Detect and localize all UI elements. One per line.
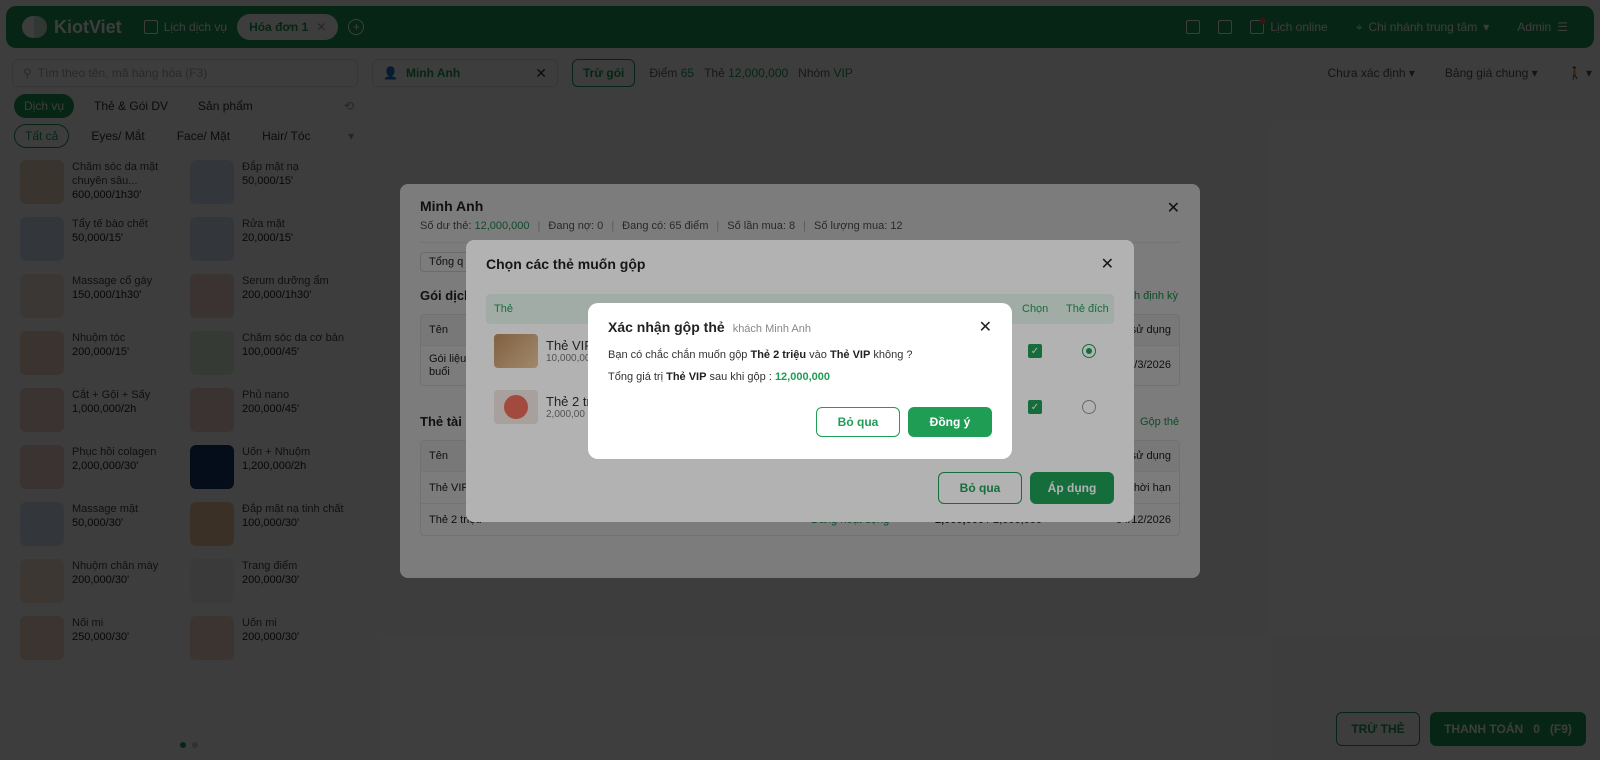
text-part: không ? xyxy=(870,349,913,361)
dialog-subtitle: khách Minh Anh xyxy=(732,323,811,335)
text-part: Bạn có chắc chắn muốn gộp xyxy=(608,349,751,361)
confirm-question: Bạn có chắc chắn muốn gộp Thẻ 2 triệu và… xyxy=(608,349,992,361)
close-icon[interactable]: ✕ xyxy=(979,317,992,337)
confirm-button[interactable]: Đồng ý xyxy=(908,407,992,437)
target-card: Thẻ VIP xyxy=(829,349,871,361)
merge-total: Tổng giá trị Thẻ VIP sau khi gộp : 12,00… xyxy=(608,371,992,383)
skip-button[interactable]: Bỏ qua xyxy=(816,407,900,437)
dialog-title-text: Xác nhận gộp thẻ xyxy=(608,319,725,335)
dialog-title: Xác nhận gộp thẻ khách Minh Anh xyxy=(608,319,992,335)
text-part: Tổng giá trị xyxy=(608,371,667,383)
source-card: Thẻ 2 triệu xyxy=(750,349,807,361)
text-part: sau khi gộp : xyxy=(706,371,775,383)
text-part: vào xyxy=(806,349,830,361)
confirm-merge-dialog: Xác nhận gộp thẻ khách Minh Anh ✕ Bạn có… xyxy=(588,303,1012,459)
target-card: Thẻ VIP xyxy=(666,371,707,383)
total-value: 12,000,000 xyxy=(774,371,830,383)
